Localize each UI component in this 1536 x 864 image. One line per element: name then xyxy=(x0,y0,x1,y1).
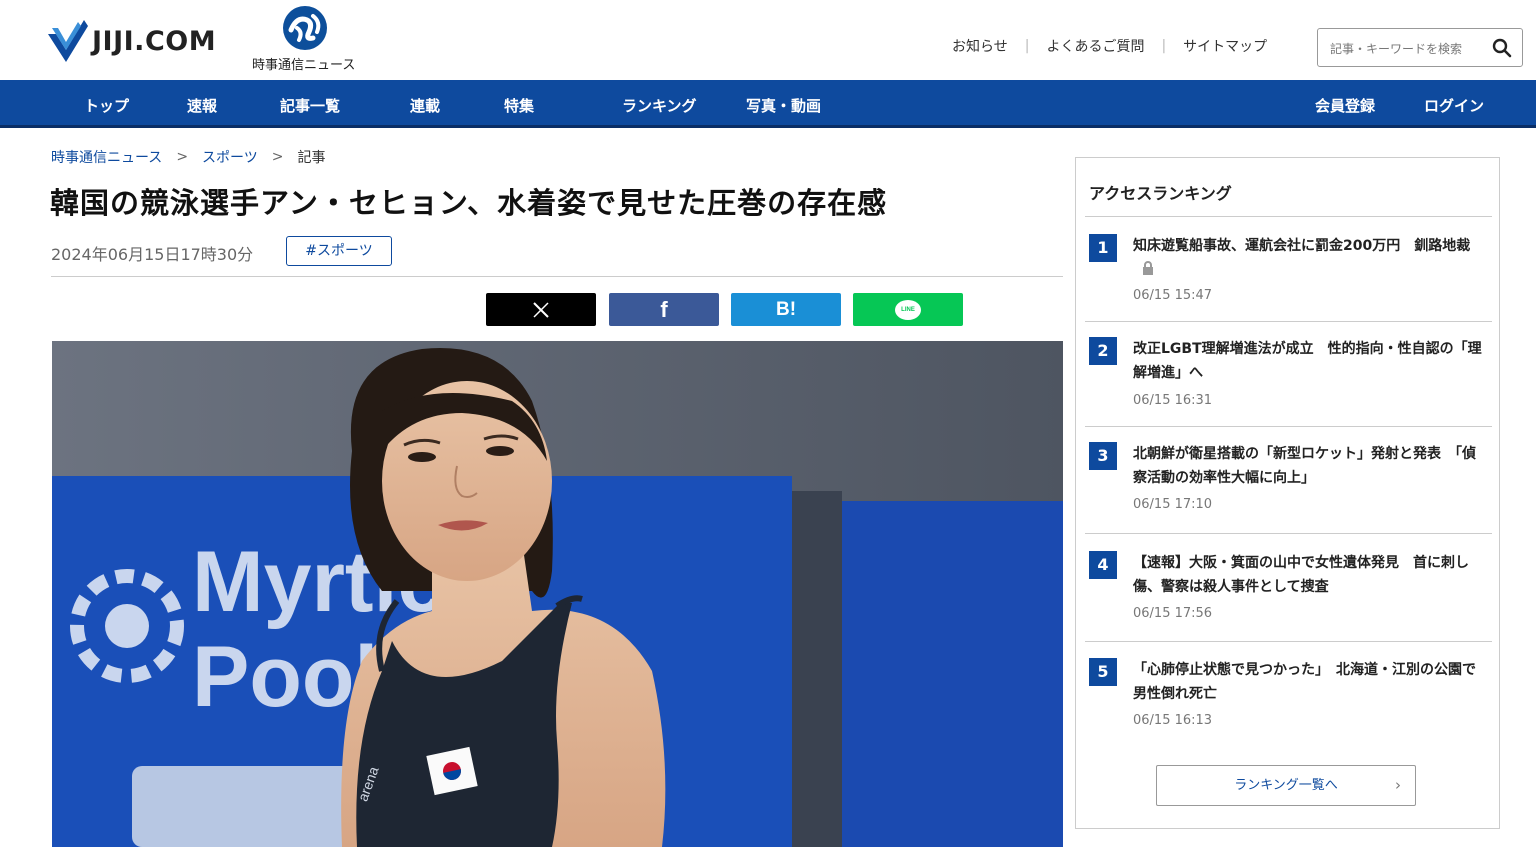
hatena-icon: B! xyxy=(775,298,797,320)
breadcrumb-separator: > xyxy=(271,149,284,165)
link-notice[interactable]: お知らせ xyxy=(952,36,1008,56)
breadcrumb: 時事通信ニュース > スポーツ > 記事 xyxy=(51,147,326,167)
lock-icon xyxy=(1143,261,1153,275)
search-placeholder: 記事・キーワードを検索 xyxy=(1330,42,1463,56)
divider xyxy=(1085,216,1492,217)
line-icon: LINE xyxy=(895,299,921,320)
share-hatena-button[interactable]: B! xyxy=(731,293,841,326)
jiji-logo-icon xyxy=(48,20,88,62)
ranking-headline[interactable]: 北朝鮮が衛星搭載の「新型ロケット」発射と発表 「偵察活動の効率性大幅に向上」 xyxy=(1133,442,1488,490)
link-faq[interactable]: よくあるご質問 xyxy=(1046,36,1144,56)
swimmer-photo-image: Myrtle Pool arena xyxy=(52,341,1063,847)
nav-ranking[interactable]: ランキング xyxy=(622,95,697,116)
jiji-news-logo[interactable]: 時事通信ニュース xyxy=(252,6,362,73)
nav-login[interactable]: ログイン xyxy=(1424,95,1484,116)
article-photo[interactable]: Myrtle Pool arena xyxy=(52,341,1063,847)
nav-breaking[interactable]: 速報 xyxy=(187,95,217,116)
article-date: 2024年06月15日17時30分 xyxy=(51,245,254,264)
ranking-date: 06/15 17:10 xyxy=(1133,497,1213,512)
divider xyxy=(1085,321,1492,322)
breadcrumb-current: 記事 xyxy=(297,150,326,166)
ranking-date: 06/15 16:31 xyxy=(1133,393,1213,408)
ranking-headline[interactable]: 知床遊覧船事故、運航会社に罰金200万円 釧路地裁 xyxy=(1133,234,1488,282)
share-facebook-button[interactable]: f xyxy=(609,293,719,326)
share-x-button[interactable] xyxy=(486,293,596,326)
access-ranking-panel: アクセスランキング 1 知床遊覧船事故、運航会社に罰金200万円 釧路地裁 06… xyxy=(1075,157,1500,829)
nav-top[interactable]: トップ xyxy=(84,95,129,116)
facebook-icon: f xyxy=(660,296,668,322)
share-line-button[interactable]: LINE xyxy=(853,293,963,326)
rank-number: 4 xyxy=(1089,551,1117,579)
ranking-headline[interactable]: 【速報】大阪・箕面の山中で女性遺体発見 首に刺し傷、警察は殺人事件として捜査 xyxy=(1133,551,1488,599)
nav-articles[interactable]: 記事一覧 xyxy=(280,95,340,116)
divider xyxy=(51,276,1063,277)
ranking-more-button[interactable]: ランキング一覧へ › xyxy=(1156,765,1416,806)
ranking-date: 06/15 16:13 xyxy=(1133,713,1213,728)
breadcrumb-separator: > xyxy=(176,149,189,165)
ranking-date: 06/15 15:47 xyxy=(1133,288,1213,303)
divider xyxy=(1085,533,1492,534)
divider xyxy=(1085,641,1492,642)
nav-features[interactable]: 特集 xyxy=(504,95,534,116)
nav-register[interactable]: 会員登録 xyxy=(1315,95,1375,116)
utility-links: お知らせ | よくあるご質問 | サイトマップ xyxy=(952,36,1267,56)
divider: | xyxy=(1161,38,1167,54)
rank-number: 3 xyxy=(1089,442,1117,470)
jiji-news-emblem-icon xyxy=(283,6,327,50)
category-tag[interactable]: #スポーツ xyxy=(286,236,392,266)
ranking-title: アクセスランキング xyxy=(1089,184,1232,203)
link-sitemap[interactable]: サイトマップ xyxy=(1183,36,1267,56)
rank-number: 2 xyxy=(1089,337,1117,365)
ranking-headline[interactable]: 改正LGBT理解増進法が成立 性的指向・性自認の「理解増進」へ xyxy=(1133,337,1488,385)
nav-series[interactable]: 連載 xyxy=(410,95,440,116)
rank-number: 5 xyxy=(1089,658,1117,686)
breadcrumb-home[interactable]: 時事通信ニュース xyxy=(51,147,162,167)
ranking-headline[interactable]: 「心肺停止状態で見つかった」 北海道・江別の公園で男性倒れ死亡 xyxy=(1133,658,1488,706)
ranking-date: 06/15 17:56 xyxy=(1133,606,1213,621)
search-icon[interactable] xyxy=(1492,38,1512,58)
divider xyxy=(1085,426,1492,427)
logo-text: JIJI.COM xyxy=(92,25,217,57)
breadcrumb-sports[interactable]: スポーツ xyxy=(202,147,258,167)
chevron-right-icon: › xyxy=(1395,776,1401,794)
site-header: JIJI.COM 時事通信ニュース お知らせ | よくあるご質問 | サイトマッ… xyxy=(0,0,1536,80)
jiji-logo[interactable]: JIJI.COM xyxy=(48,20,216,62)
article-title: 韓国の競泳選手アン・セヒョン、水着姿で見せた圧巻の存在感 xyxy=(50,186,888,220)
ranking-headline-text: 知床遊覧船事故、運航会社に罰金200万円 釧路地裁 xyxy=(1133,238,1471,254)
line-icon-label: LINE xyxy=(901,306,915,313)
jiji-news-label: 時事通信ニュース xyxy=(252,58,356,73)
main-nav: トップ 速報 記事一覧 連載 特集 ランキング 写真・動画 会員登録 ログイン xyxy=(0,80,1536,128)
ranking-more-label: ランキング一覧へ xyxy=(1234,778,1338,793)
nav-photo-video[interactable]: 写真・動画 xyxy=(746,95,821,116)
rank-number: 1 xyxy=(1089,234,1117,262)
divider: | xyxy=(1024,38,1030,54)
search-input[interactable]: 記事・キーワードを検索 xyxy=(1317,28,1523,67)
x-logo-icon xyxy=(533,301,549,318)
